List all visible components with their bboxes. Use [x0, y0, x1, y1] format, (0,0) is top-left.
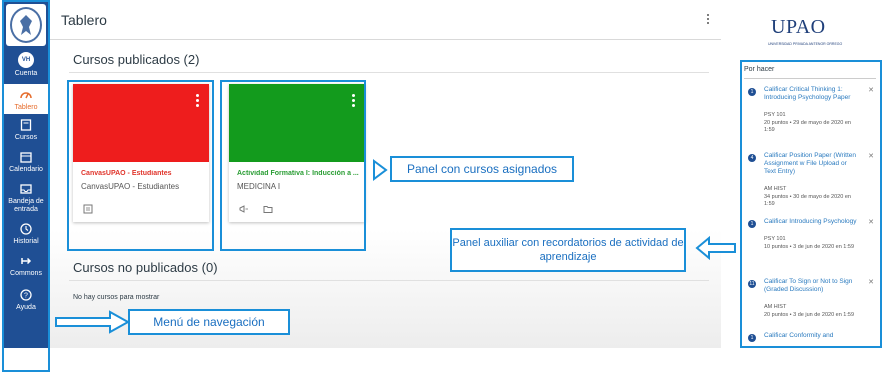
- divider: [69, 72, 709, 73]
- dashboard-header: Tablero: [49, 0, 721, 40]
- annotation-nav-menu: Menú de navegación: [128, 309, 290, 335]
- todo-annotation-frame: [740, 60, 882, 348]
- annotation-courses-panel: Panel con cursos asignados: [390, 156, 574, 182]
- unpublished-courses-heading: Cursos no publicados (0): [73, 260, 218, 275]
- upao-logo-tagline: UNIVERSIDAD PRIVADA ANTENOR ORREGO: [768, 42, 843, 46]
- annotation-aux-panel: Panel auxiliar con recordatorios de acti…: [450, 228, 686, 272]
- published-courses-heading: Cursos publicados (2): [73, 52, 200, 67]
- nav-annotation-frame: [2, 0, 50, 372]
- empty-message: No hay cursos para mostrar: [73, 294, 160, 301]
- arrow-left-icon: [373, 159, 388, 181]
- page-title: Tablero: [61, 12, 107, 28]
- course-annotation-frame: [220, 80, 366, 251]
- dashboard-options-icon[interactable]: [707, 14, 711, 28]
- screen: VH Cuenta Tablero Cursos Calendario Band…: [0, 0, 886, 373]
- upao-logo: UPAO: [771, 16, 826, 38]
- divider: [69, 280, 709, 281]
- arrow-right-icon: [55, 310, 130, 334]
- course-annotation-frame: [67, 80, 214, 251]
- arrow-left-icon: [695, 236, 736, 260]
